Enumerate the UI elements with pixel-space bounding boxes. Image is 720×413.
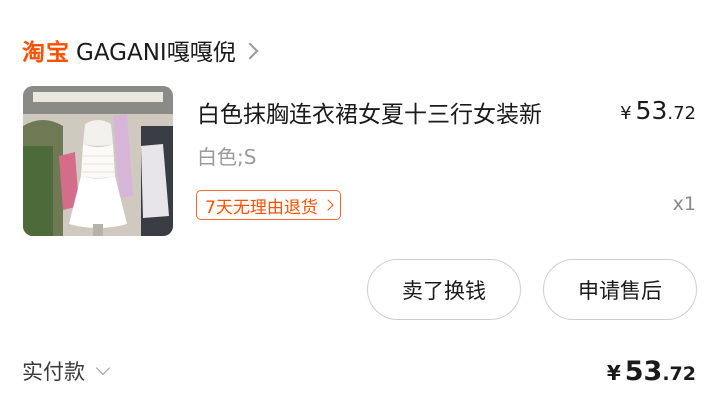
total-integer: 53 (624, 356, 663, 387)
return-policy-label: 7天无理由退货 (205, 197, 318, 218)
total-currency: ¥ (606, 361, 621, 385)
actual-payment-toggle[interactable]: 实付款 (22, 356, 111, 386)
price-currency: ¥ (620, 103, 632, 124)
actual-payment-label: 实付款 (22, 360, 85, 384)
total-decimal: .72 (662, 363, 696, 385)
shop-name[interactable]: GAGANI嘎嘎倪 (76, 33, 236, 67)
item-price: ¥ 53 .72 (620, 96, 696, 134)
chevron-right-icon (241, 42, 259, 59)
product-image[interactable] (23, 86, 173, 236)
shop-header[interactable]: 淘宝 GAGANI嘎嘎倪 (22, 30, 259, 70)
taobao-logo: 淘宝 (22, 40, 70, 66)
sell-for-cash-button[interactable]: 卖了换钱 (367, 259, 521, 320)
chevron-right-icon (322, 199, 334, 211)
after-sales-button[interactable]: 申请售后 (543, 259, 697, 320)
return-policy-badge[interactable]: 7天无理由退货 (196, 190, 341, 220)
item-quantity: x1 (672, 193, 696, 215)
total-paid: ¥ 53 .72 (607, 356, 696, 394)
chevron-down-icon (95, 360, 111, 376)
product-title[interactable]: 白色抹胸连衣裙女夏十三行女装新 (197, 96, 607, 134)
price-decimal: .72 (667, 103, 696, 124)
sku-spec: 白色;S (197, 145, 257, 169)
product-photo-white-dress (23, 86, 173, 236)
price-integer: 53 (635, 96, 668, 125)
